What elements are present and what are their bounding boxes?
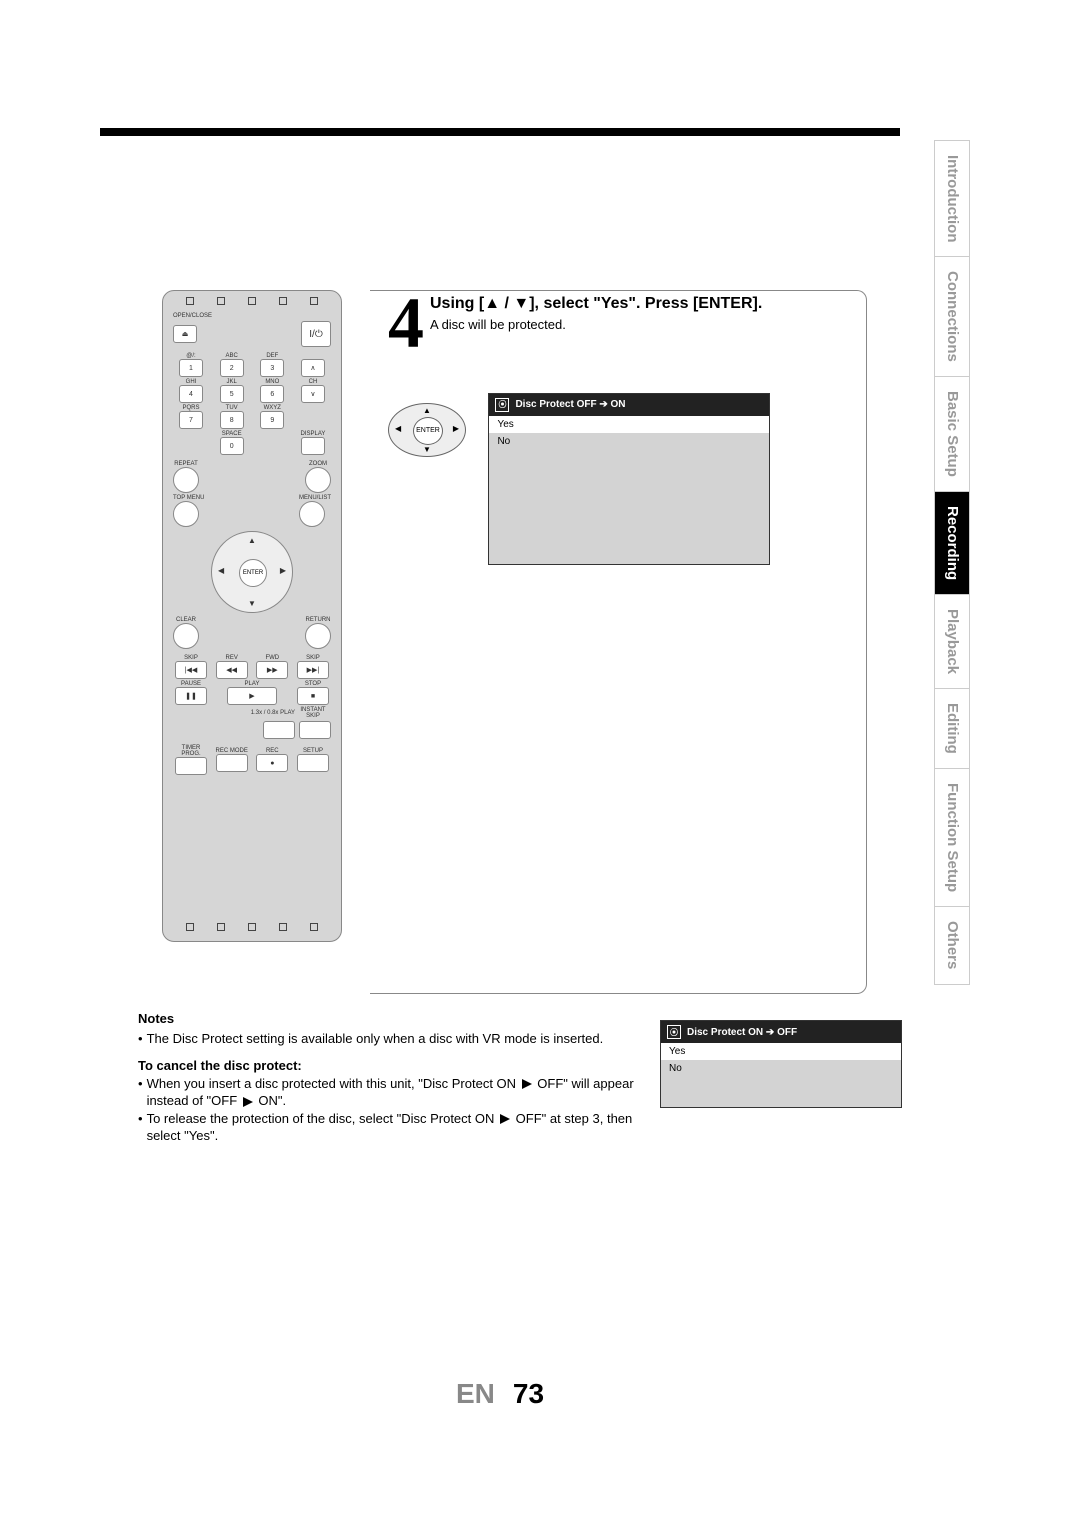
key-3: 3 bbox=[260, 359, 284, 377]
up-arrow-icon: ▲ bbox=[248, 536, 256, 545]
note-1: The Disc Protect setting is available on… bbox=[147, 1030, 604, 1048]
step-subtext: A disc will be protected. bbox=[388, 317, 848, 332]
dpad: ▲ ▼ ◀ ▶ ENTER bbox=[211, 531, 293, 613]
arrow-right-icon bbox=[243, 1097, 253, 1107]
key-7: 7 bbox=[179, 411, 203, 429]
osd2-option-no: No bbox=[661, 1060, 901, 1077]
pause-button: ❚❚ bbox=[175, 687, 207, 705]
osd-title-2: Disc Protect ON ➔ OFF bbox=[687, 1027, 797, 1038]
skip-fwd-button: ▶▶| bbox=[297, 661, 329, 679]
osd-dialog-protect-off: ⦿ Disc Protect ON ➔ OFF Yes No bbox=[660, 1020, 902, 1108]
key-1: 1 bbox=[179, 359, 203, 377]
enter-dpad-illustration: ▲ ▼ ◀ ▶ ENTER bbox=[388, 403, 464, 455]
menu-list-button bbox=[299, 501, 325, 527]
page-number: EN 73 bbox=[100, 1378, 900, 1410]
label-open-close: OPEN/CLOSE bbox=[173, 313, 331, 319]
step-number: 4 bbox=[388, 295, 424, 353]
cancel-heading: To cancel the disc protect: bbox=[138, 1057, 638, 1075]
top-menu-button bbox=[173, 501, 199, 527]
osd2-option-yes: Yes bbox=[661, 1043, 901, 1060]
display-button bbox=[301, 437, 325, 455]
tab-basic-setup: Basic Setup bbox=[934, 377, 970, 492]
up-arrow-icon: ▲ bbox=[423, 406, 431, 415]
tab-playback: Playback bbox=[934, 595, 970, 689]
rec-mode-button bbox=[216, 754, 248, 772]
key-4: 4 bbox=[179, 385, 203, 403]
return-button bbox=[305, 623, 331, 649]
remote-control-illustration: OPEN/CLOSE ⏏ I/⏻ @/:1 ABC2 DEF3 ∧ GHI4 J… bbox=[162, 290, 342, 942]
left-arrow-icon: ◀ bbox=[218, 566, 224, 575]
left-arrow-icon: ◀ bbox=[395, 424, 401, 433]
clear-button bbox=[173, 623, 199, 649]
down-arrow-icon: ▼ bbox=[248, 599, 256, 608]
key-8: 8 bbox=[220, 411, 244, 429]
note-2: When you insert a disc protected with th… bbox=[147, 1075, 638, 1110]
page-num-value: 73 bbox=[513, 1378, 544, 1409]
key-2: 2 bbox=[220, 359, 244, 377]
key-0: 0 bbox=[220, 437, 244, 455]
disc-icon: ⦿ bbox=[667, 1025, 681, 1039]
power-button: I/⏻ bbox=[301, 321, 331, 347]
enter-button: ENTER bbox=[239, 559, 267, 587]
osd-title: Disc Protect OFF ➔ ON bbox=[515, 399, 625, 410]
step-panel: 4 Using [▲ / ▼], select "Yes". Press [EN… bbox=[370, 290, 867, 994]
right-arrow-icon: ▶ bbox=[453, 424, 459, 433]
arrow-right-icon bbox=[500, 1114, 510, 1124]
zoom-button bbox=[305, 467, 331, 493]
right-arrow-icon: ▶ bbox=[280, 566, 286, 575]
page-lang: EN bbox=[456, 1378, 495, 1409]
arrow-right-icon bbox=[522, 1079, 532, 1089]
tab-introduction: Introduction bbox=[934, 140, 970, 257]
disc-icon: ⦿ bbox=[495, 398, 509, 412]
notes-heading: Notes bbox=[138, 1010, 638, 1028]
key-6: 6 bbox=[260, 385, 284, 403]
tab-others: Others bbox=[934, 907, 970, 984]
tab-recording: Recording bbox=[934, 492, 970, 595]
enter-button-label: ENTER bbox=[413, 417, 443, 445]
ch-up-button: ∧ bbox=[301, 359, 325, 377]
instant-skip-button bbox=[299, 721, 331, 739]
down-arrow-icon: ▼ bbox=[423, 445, 431, 454]
setup-button bbox=[297, 754, 329, 772]
tab-connections: Connections bbox=[934, 257, 970, 377]
stop-button: ■ bbox=[297, 687, 329, 705]
play-button: ▶ bbox=[227, 687, 277, 705]
timer-prog-button bbox=[175, 757, 207, 775]
rev-button: ◀◀ bbox=[216, 661, 248, 679]
notes-section: Notes •The Disc Protect setting is avail… bbox=[138, 1010, 638, 1145]
tab-function-setup: Function Setup bbox=[934, 769, 970, 907]
osd-option-no: No bbox=[489, 433, 769, 450]
tab-editing: Editing bbox=[934, 689, 970, 769]
fwd-button: ▶▶ bbox=[256, 661, 288, 679]
note-3: To release the protection of the disc, s… bbox=[147, 1110, 638, 1145]
key-9: 9 bbox=[260, 411, 284, 429]
section-tabs: Introduction Connections Basic Setup Rec… bbox=[934, 140, 970, 985]
osd-option-yes: Yes bbox=[489, 416, 769, 433]
header-rule bbox=[100, 128, 900, 136]
repeat-button bbox=[173, 467, 199, 493]
skip-back-button: |◀◀ bbox=[175, 661, 207, 679]
eject-button: ⏏ bbox=[173, 325, 197, 343]
key-5: 5 bbox=[220, 385, 244, 403]
osd-dialog-protect-on: ⦿ Disc Protect OFF ➔ ON Yes No bbox=[488, 393, 770, 565]
ch-down-button: ∨ bbox=[301, 385, 325, 403]
step-heading: Using [▲ / ▼], select "Yes". Press [ENTE… bbox=[388, 295, 848, 313]
speed-play-button bbox=[263, 721, 295, 739]
rec-button: ● bbox=[256, 754, 288, 772]
